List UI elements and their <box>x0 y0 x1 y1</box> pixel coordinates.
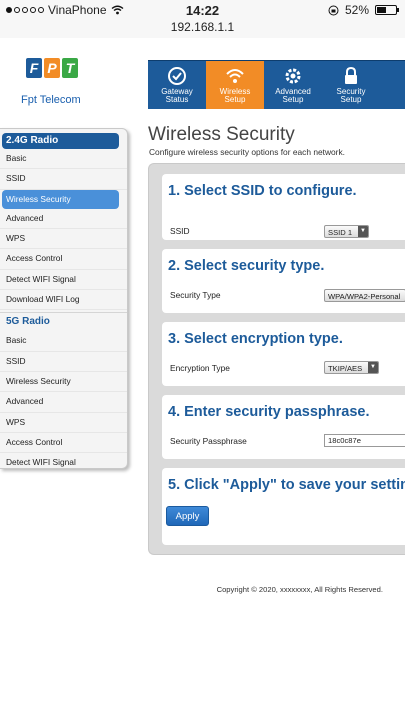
apply-button[interactable]: Apply <box>166 506 209 526</box>
nav-label: Status <box>165 95 189 104</box>
sidebar-item-wps-5g[interactable]: WPS <box>0 413 127 433</box>
battery-icon <box>375 5 399 15</box>
field-label: Security Type <box>170 290 221 300</box>
sidebar-item-detect-wifi-signal[interactable]: Detect WIFI Signal <box>0 270 127 291</box>
encryption-type-select[interactable]: TKIP/AES ▼ <box>324 361 379 374</box>
lock-icon <box>345 66 357 84</box>
nav-label: Setup <box>340 95 362 104</box>
sidebar-item-advanced-5g[interactable]: Advanced <box>0 392 127 413</box>
nav-gateway-status[interactable]: Gateway Status <box>148 61 206 109</box>
page-title: Wireless Security <box>148 124 295 145</box>
sidebar-item-access-control[interactable]: Access Control <box>0 249 127 270</box>
copyright: Copyright © 2020, xxxxxxxx, All Rights R… <box>216 585 383 594</box>
nav-label: Setup <box>282 95 304 104</box>
main-nav: Gateway Status Wireless Setup Advanced Setu… <box>148 60 405 109</box>
select-value: TKIP/AES <box>328 364 363 373</box>
field-label: SSID <box>170 226 190 236</box>
card-heading: 2. Select security type. <box>168 258 325 274</box>
logo-letter: T <box>62 58 78 78</box>
sidebar: 2.4G Radio Basic SSID Wireless Security … <box>0 128 128 469</box>
card-heading: 5. Click "Apply" to save your settings. <box>168 477 405 493</box>
card-passphrase: 4. Enter security passphrase. Security P… <box>162 395 405 459</box>
nav-label: Setup <box>224 95 246 104</box>
battery-info: 52% <box>328 3 399 17</box>
card-heading: 1. Select SSID to configure. <box>168 183 357 199</box>
card-heading: 4. Enter security passphrase. <box>168 404 370 420</box>
card-encryption-type: 3. Select encryption type. Encryption Ty… <box>162 322 405 386</box>
ssid-select[interactable]: SSID 1 ▼ <box>324 225 369 238</box>
sidebar-item-access-control-5g[interactable]: Access Control <box>0 433 127 454</box>
sidebar-group-24g[interactable]: 2.4G Radio <box>2 133 119 149</box>
address-bar[interactable]: 192.168.1.1 <box>0 20 405 39</box>
logo-letter: F <box>26 58 42 78</box>
card-security-type: 2. Select security type. Security Type W… <box>162 249 405 313</box>
sidebar-item-wps[interactable]: WPS <box>0 229 127 250</box>
sidebar-group-5g[interactable]: 5G Radio <box>0 312 127 331</box>
status-bar: VinaPhone 14:22 52% <box>0 0 405 20</box>
card-heading: 3. Select encryption type. <box>168 331 343 347</box>
wifi-icon <box>226 69 244 83</box>
security-type-select[interactable]: WPA/WPA2-Personal <box>324 289 405 302</box>
field-label: Security Passphrase <box>170 436 247 446</box>
select-value: SSID 1 <box>328 228 353 237</box>
sidebar-item-basic[interactable]: Basic <box>0 149 127 170</box>
page-subtitle: Configure wireless security options for … <box>149 147 345 157</box>
sidebar-item-wireless-security[interactable]: Wireless Security <box>2 189 119 209</box>
chevron-down-icon: ▼ <box>368 362 378 373</box>
select-value: WPA/WPA2-Personal <box>328 292 401 301</box>
battery-percent: 52% <box>344 3 369 17</box>
header: F P T Fpt Telecom Gateway Status Wireless… <box>0 38 405 114</box>
fpt-logo: F P T Fpt Telecom <box>18 50 88 108</box>
field-label: Encryption Type <box>170 363 230 373</box>
logo-text: Fpt Telecom <box>21 94 81 106</box>
card-select-ssid: 1. Select SSID to configure. SSID SSID 1… <box>162 174 405 240</box>
logo-letter: P <box>44 58 60 78</box>
sidebar-item-detect-wifi-signal-5g[interactable]: Detect WIFI Signal <box>0 453 127 472</box>
sidebar-item-ssid[interactable]: SSID <box>0 169 127 190</box>
nav-wireless-setup[interactable]: Wireless Setup <box>206 61 264 109</box>
gear-icon <box>285 68 301 84</box>
nav-advanced-setup[interactable]: Advanced Setup <box>264 61 322 109</box>
nav-security-setup[interactable]: Security Setup <box>322 61 380 109</box>
rotation-lock-icon <box>328 5 339 15</box>
sidebar-item-basic-5g[interactable]: Basic <box>0 331 127 352</box>
settings-panel: 1. Select SSID to configure. SSID SSID 1… <box>148 163 405 555</box>
sidebar-item-ssid-5g[interactable]: SSID <box>0 352 127 372</box>
passphrase-input[interactable]: 18c0c87e <box>324 434 405 447</box>
sidebar-item-advanced[interactable]: Advanced <box>0 209 127 230</box>
sidebar-item-download-wifi-log[interactable]: Download WIFI Log <box>0 290 127 311</box>
sidebar-item-wireless-security-5g[interactable]: Wireless Security <box>0 372 127 393</box>
card-apply: 5. Click "Apply" to save your settings. … <box>162 468 405 545</box>
check-circle-icon <box>168 67 186 85</box>
chevron-down-icon: ▼ <box>358 226 368 237</box>
